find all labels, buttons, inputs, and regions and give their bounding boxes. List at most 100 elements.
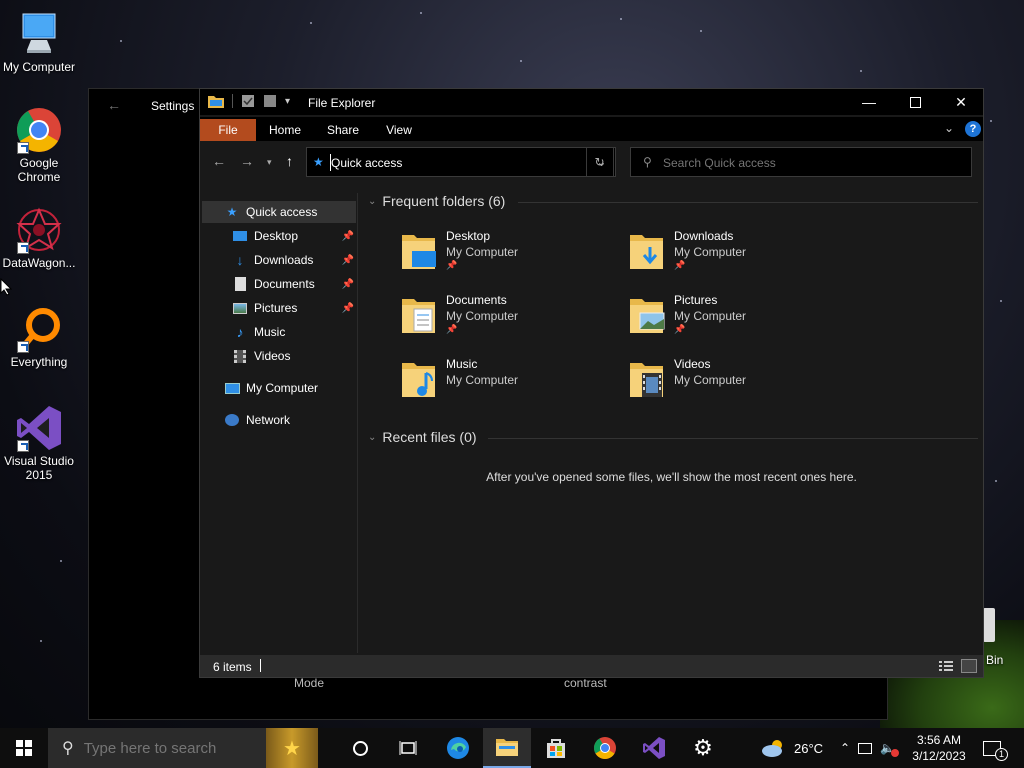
tile-name: Pictures xyxy=(674,293,718,307)
taskbar-visual-studio[interactable] xyxy=(630,728,678,768)
desktop-icon-everything[interactable]: Everything xyxy=(0,305,78,369)
notification-center-button[interactable]: 1 xyxy=(983,728,1008,768)
quick-access-toolbar: ▾ xyxy=(208,94,290,108)
pin-icon[interactable]: 📌 xyxy=(342,231,354,242)
recent-locations-icon[interactable]: ▾ xyxy=(267,157,272,168)
back-button[interactable]: ← xyxy=(212,153,226,169)
pin-icon[interactable]: 📌 xyxy=(342,255,354,266)
quick-access-star-icon: ★ xyxy=(313,155,324,169)
nav-my-computer[interactable]: My Computer xyxy=(202,377,356,399)
show-hidden-icons-chevron-icon[interactable]: ⌃ xyxy=(840,741,850,755)
settings-contrast-label: contrast xyxy=(564,676,607,690)
navigation-pane: ★ Quick access Desktop 📌 ↓ Downloads 📌 D… xyxy=(200,193,358,653)
edge-icon xyxy=(447,737,469,759)
tab-file[interactable]: File xyxy=(200,119,256,141)
folder-tile-music[interactable]: Music My Computer xyxy=(400,357,620,415)
properties-icon[interactable] xyxy=(241,94,255,108)
settings-mode-label: Mode xyxy=(294,676,325,690)
folder-tile-documents[interactable]: Documents My Computer 📌 xyxy=(400,293,620,351)
desktop-icon-my-computer[interactable]: My Computer xyxy=(0,10,78,74)
navigation-bar: ← → ▾ ↑ ★ Quick access ⌄ ↻ ⚲ xyxy=(200,145,983,179)
documents-folder-icon xyxy=(402,299,435,333)
tab-home[interactable]: Home xyxy=(262,119,308,141)
desktop-icon-datawagon[interactable]: DataWagon... xyxy=(0,206,78,270)
address-bar[interactable]: ★ Quick access ⌄ xyxy=(306,147,616,177)
search-box[interactable]: ⚲ xyxy=(630,147,972,177)
nav-music[interactable]: ♪ Music xyxy=(202,321,356,343)
desktop-icon-google-chrome[interactable]: Google Chrome xyxy=(0,106,78,184)
nav-desktop[interactable]: Desktop 📌 xyxy=(202,225,356,247)
item-count: 6 items xyxy=(213,660,252,674)
shortcut-arrow-icon xyxy=(17,242,29,254)
pin-icon: 📌 xyxy=(446,324,458,334)
tab-share[interactable]: Share xyxy=(320,119,366,141)
clock[interactable]: 3:56 AM 3/12/2023 xyxy=(900,732,978,764)
shortcut-arrow-icon xyxy=(17,341,29,353)
minimize-button[interactable]: — xyxy=(846,89,892,115)
nav-documents[interactable]: Documents 📌 xyxy=(202,273,356,295)
start-button[interactable] xyxy=(0,728,48,768)
customize-toolbar-icon[interactable]: ▾ xyxy=(285,96,290,107)
nav-label: My Computer xyxy=(246,381,319,395)
recent-files-empty-message: After you've opened some files, we'll sh… xyxy=(486,470,857,484)
close-button[interactable]: ✕ xyxy=(938,89,984,115)
folder-icon xyxy=(208,96,224,108)
help-icon[interactable]: ? xyxy=(965,121,981,137)
back-arrow-icon[interactable]: ← xyxy=(107,97,121,113)
clock-time: 3:56 AM xyxy=(916,733,962,747)
tile-name: Music xyxy=(446,357,478,371)
taskbar-edge[interactable] xyxy=(434,728,482,768)
group-divider xyxy=(518,202,978,203)
search-highlight-icon[interactable]: ★ xyxy=(266,728,318,768)
folder-tile-downloads[interactable]: Downloads My Computer 📌 xyxy=(628,229,848,287)
nav-downloads[interactable]: ↓ Downloads 📌 xyxy=(202,249,356,271)
maximize-button[interactable] xyxy=(892,89,938,115)
recent-files-header[interactable]: ⌄ Recent files (0) xyxy=(368,429,477,445)
large-icons-view-icon[interactable] xyxy=(961,659,977,673)
shortcut-arrow-icon xyxy=(17,142,29,154)
nav-label: Quick access xyxy=(246,205,318,219)
weather-widget[interactable]: 26°C xyxy=(760,728,823,768)
recycle-bin-icon[interactable] xyxy=(983,608,995,642)
taskbar-store[interactable] xyxy=(532,728,580,768)
frequent-folders-header[interactable]: ⌄ Frequent folders (6) xyxy=(368,193,505,209)
folder-tile-desktop[interactable]: Desktop My Computer 📌 xyxy=(400,229,620,287)
desktop-icon-label: DataWagon... xyxy=(2,256,76,270)
title-bar: ▾ File Explorer — ✕ xyxy=(200,89,983,115)
desktop-icon-visual-studio[interactable]: Visual Studio 2015 xyxy=(0,404,78,482)
taskbar-file-explorer[interactable] xyxy=(483,728,531,768)
folder-tile-pictures[interactable]: Pictures My Computer 📌 xyxy=(628,293,848,351)
pin-icon[interactable]: 📌 xyxy=(342,279,354,290)
nav-label: Pictures xyxy=(254,301,298,315)
tile-location: My Computer xyxy=(674,245,747,259)
cortana-button[interactable] xyxy=(336,728,384,768)
group-header-label: Recent files (0) xyxy=(382,429,477,445)
ribbon-expand-chevron-icon[interactable]: ⌄ xyxy=(944,121,954,135)
volume-muted-icon[interactable]: 🔈 xyxy=(880,741,900,757)
pin-icon: 📌 xyxy=(674,324,686,334)
nav-quick-access[interactable]: ★ Quick access xyxy=(202,201,356,223)
nav-network[interactable]: Network xyxy=(202,409,356,431)
network-icon[interactable] xyxy=(858,742,873,754)
desktop-icon-label: My Computer xyxy=(2,60,76,74)
up-button[interactable]: ↑ xyxy=(286,153,293,169)
folder-tile-videos[interactable]: Videos My Computer xyxy=(628,357,848,415)
ribbon-tabs: File Home Share View ⌄ ? xyxy=(200,117,983,141)
group-divider xyxy=(488,438,978,439)
taskbar-settings[interactable]: ⚙ xyxy=(679,728,727,768)
taskbar-chrome[interactable] xyxy=(581,728,629,768)
taskbar-search-input[interactable] xyxy=(83,739,254,757)
search-input[interactable] xyxy=(663,154,963,172)
nav-pictures[interactable]: Pictures 📌 xyxy=(202,297,356,319)
forward-button[interactable]: → xyxy=(240,153,254,169)
new-folder-icon[interactable] xyxy=(263,94,277,108)
pin-icon[interactable]: 📌 xyxy=(342,303,354,314)
nav-videos[interactable]: Videos xyxy=(202,345,356,367)
taskbar-search-box[interactable]: ⚲ ★ xyxy=(48,728,318,768)
tab-view[interactable]: View xyxy=(376,119,422,141)
search-icon: ⚲ xyxy=(62,740,74,757)
details-view-icon[interactable] xyxy=(938,659,954,673)
refresh-button[interactable]: ↻ xyxy=(586,147,614,177)
tile-location: My Computer xyxy=(674,373,747,387)
task-view-button[interactable] xyxy=(384,728,432,768)
